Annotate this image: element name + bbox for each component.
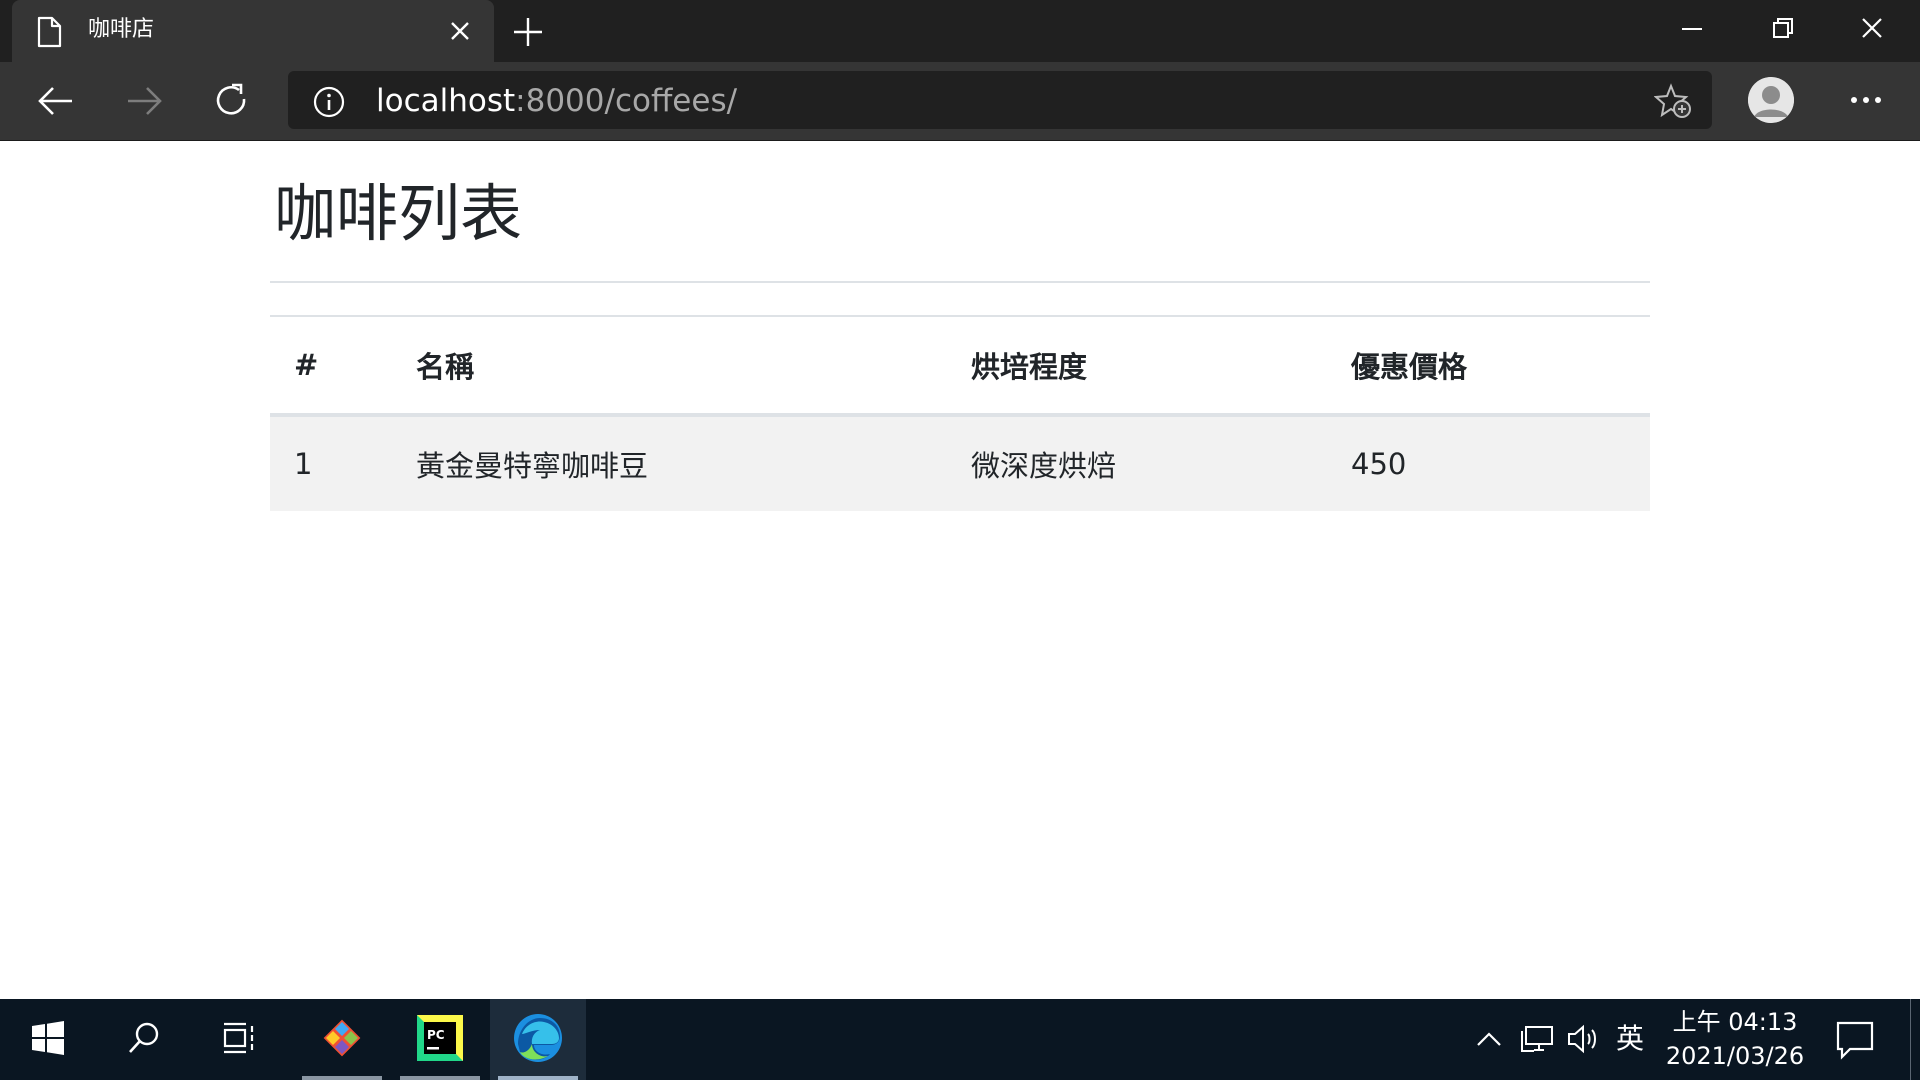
new-tab-icon[interactable]: [510, 14, 546, 50]
cell-roast: 微深度烘焙: [947, 415, 1327, 511]
close-window-icon[interactable]: [1852, 12, 1892, 48]
edge-icon: [512, 1012, 564, 1068]
url-path: :8000/coffees/: [515, 83, 738, 119]
notification-icon[interactable]: [1832, 1017, 1878, 1061]
clock-date: 2021/03/26: [1665, 1042, 1805, 1070]
cell-number: 1: [270, 415, 392, 511]
more-options-icon[interactable]: [1844, 82, 1888, 118]
taskbar-search[interactable]: [96, 999, 192, 1080]
page-icon: [36, 16, 62, 52]
web-page: 咖啡列表 # 名稱 烘培程度 優惠價格 1 黃金曼特寧咖啡豆 微深度烘焙 450: [0, 141, 1920, 999]
forward-icon[interactable]: [122, 79, 166, 123]
running-indicator: [400, 1076, 480, 1080]
url-text[interactable]: localhost:8000/coffees/: [376, 83, 737, 119]
close-tab-icon[interactable]: [446, 17, 474, 45]
git-icon: [317, 1013, 367, 1067]
ime-indicator[interactable]: 英: [1616, 1021, 1644, 1057]
header-price: 優惠價格: [1327, 315, 1650, 417]
taskbar-pycharm[interactable]: PC: [392, 999, 488, 1080]
clock[interactable]: 上午 04:13 2021/03/26: [1660, 1005, 1810, 1073]
clock-time: 上午 04:13: [1672, 1008, 1798, 1036]
refresh-icon[interactable]: [210, 79, 254, 123]
browser-titlebar: 咖啡店: [0, 0, 1920, 62]
table-row: 1 黃金曼特寧咖啡豆 微深度烘焙 450: [270, 415, 1650, 511]
profile-avatar[interactable]: [1748, 77, 1794, 123]
header-number: #: [270, 315, 392, 417]
pycharm-icon: PC: [417, 1014, 463, 1065]
task-view-button[interactable]: [192, 999, 288, 1080]
add-favorite-icon[interactable]: [1653, 83, 1692, 123]
restore-icon[interactable]: [1762, 12, 1802, 48]
browser-toolbar: localhost:8000/coffees/: [0, 62, 1920, 141]
tab-title: 咖啡店: [88, 17, 155, 42]
search-icon: [127, 1021, 161, 1059]
volume-icon[interactable]: [1566, 999, 1602, 1080]
address-bar[interactable]: localhost:8000/coffees/: [288, 71, 1712, 129]
page-title: 咖啡列表: [274, 177, 523, 250]
cell-price: 450: [1327, 415, 1650, 511]
site-info-icon[interactable]: [312, 85, 346, 123]
cell-name: 黃金曼特寧咖啡豆: [392, 415, 947, 511]
taskbar: PC 英 上午 04:13 2021/03/26: [0, 999, 1920, 1080]
url-host: localhost: [376, 83, 516, 119]
taskbar-git[interactable]: [294, 999, 390, 1080]
windows-start-icon: [31, 1020, 65, 1059]
header-roast: 烘培程度: [947, 315, 1327, 417]
divider: [270, 281, 1650, 283]
minimize-icon[interactable]: [1672, 12, 1712, 48]
running-indicator: [302, 1076, 382, 1080]
show-desktop-button[interactable]: [1910, 999, 1915, 1080]
table-header-row: # 名稱 烘培程度 優惠價格: [270, 315, 1650, 417]
task-view-icon: [222, 1022, 258, 1058]
network-icon[interactable]: [1520, 999, 1556, 1080]
back-icon[interactable]: [34, 79, 78, 123]
coffee-table: # 名稱 烘培程度 優惠價格 1 黃金曼特寧咖啡豆 微深度烘焙 450: [270, 315, 1650, 511]
header-name: 名稱: [392, 315, 947, 417]
show-hidden-icons[interactable]: [1474, 999, 1504, 1080]
svg-text:PC: PC: [427, 1028, 445, 1042]
start-button[interactable]: [0, 999, 96, 1080]
taskbar-edge[interactable]: [490, 999, 586, 1080]
running-indicator: [498, 1076, 578, 1080]
browser-tab[interactable]: 咖啡店: [12, 0, 494, 62]
